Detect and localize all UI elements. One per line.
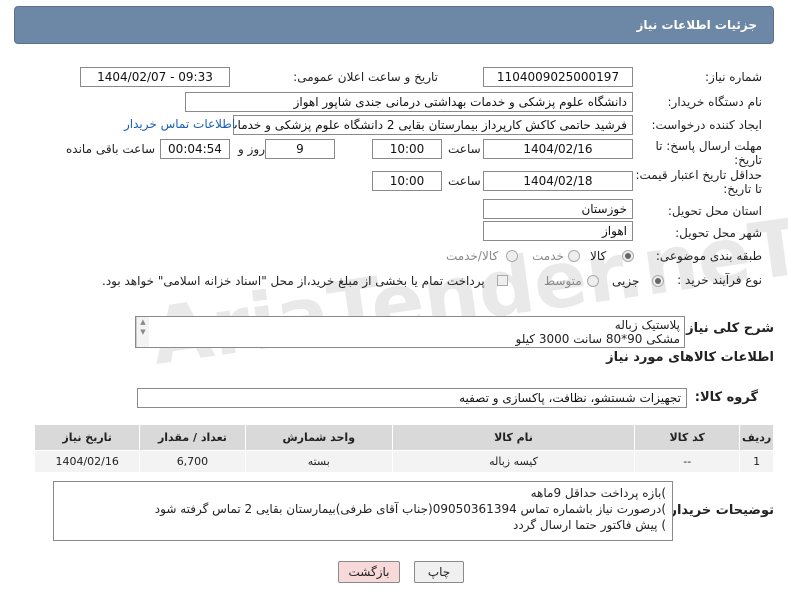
days-label: روز و bbox=[238, 142, 265, 156]
process-label: نوع فرآیند خرید : bbox=[677, 273, 762, 287]
summary-label: شرح کلی نیاز: bbox=[680, 321, 774, 336]
cell-item-name: کیسه زباله bbox=[391, 450, 636, 473]
category-service-radio[interactable] bbox=[568, 250, 580, 262]
province-field: خوزستان bbox=[483, 199, 633, 219]
days-field: 9 bbox=[265, 139, 335, 159]
col-unit: واحد شمارش bbox=[244, 424, 393, 451]
cell-unit: بسته bbox=[244, 450, 393, 473]
price-validity-label-1: حداقل تاریخ اعتبار قیمت: bbox=[635, 168, 762, 182]
goods-table: ردیف کد کالا نام کالا واحد شمارش تعداد /… bbox=[33, 424, 774, 473]
process-minor-radio[interactable] bbox=[652, 275, 664, 287]
process-medium-label: متوسط bbox=[544, 274, 582, 288]
col-item-name: نام کالا bbox=[391, 424, 636, 451]
buyer-notes-box: )بازه پرداخت حداقل 9ماهه )درصورت نیاز با… bbox=[53, 481, 673, 541]
city-label: شهر محل تحویل: bbox=[675, 226, 762, 240]
category-goods-label: کالا bbox=[590, 249, 607, 263]
province-label: استان محل تحویل: bbox=[667, 204, 762, 218]
price-date-field: 1404/02/18 bbox=[483, 171, 633, 191]
category-label: طبقه بندی موضوعی: bbox=[655, 249, 762, 263]
print-button[interactable]: چاپ bbox=[414, 561, 464, 583]
treasury-payment-checkbox[interactable] bbox=[497, 275, 508, 286]
summary-scrollbar[interactable]: ▲ ▼ bbox=[136, 317, 149, 347]
remaining-label: ساعت باقی مانده bbox=[66, 142, 156, 156]
category-goods-radio[interactable] bbox=[622, 250, 634, 262]
page-title: جزئیات اطلاعات نیاز bbox=[636, 18, 757, 32]
buyer-org-label: نام دستگاه خریدار: bbox=[667, 95, 763, 109]
cell-quantity: 6,700 bbox=[139, 450, 246, 473]
deadline-date-field: 1404/02/16 bbox=[483, 139, 633, 159]
goods-section-title: اطلاعات کالاهای مورد نیاز bbox=[606, 350, 774, 365]
cell-need-date: 1404/02/16 bbox=[33, 450, 141, 473]
process-medium-radio[interactable] bbox=[587, 275, 599, 287]
price-validity-label-2: تا تاریخ: bbox=[723, 182, 762, 196]
process-minor-label: جزیی bbox=[612, 274, 640, 288]
buyer-notes-line-1: )بازه پرداخت حداقل 9ماهه bbox=[530, 486, 666, 500]
category-service-label: خدمت bbox=[532, 249, 564, 263]
city-field: اهواز bbox=[483, 221, 633, 241]
col-need-date: تاریخ نیاز bbox=[33, 424, 141, 451]
price-time-field: 10:00 bbox=[372, 171, 442, 191]
buyer-notes-line-2: )درصورت نیاز باشماره تماس 09050361394(جن… bbox=[154, 502, 666, 516]
requester-field: فرشید حاتمی کاکش کارپرداز بیمارستان بقای… bbox=[233, 115, 633, 135]
announce-label: تاریخ و ساعت اعلان عمومی: bbox=[293, 70, 438, 84]
goods-group-label: گروه کالا: bbox=[694, 390, 758, 405]
contact-info-link[interactable]: اطلاعات تماس خریدار bbox=[124, 117, 235, 131]
table-row: 1 -- کیسه زباله بسته 6,700 1404/02/16 bbox=[33, 450, 774, 473]
category-both-label: کالا/خدمت bbox=[446, 249, 499, 263]
deadline-label-1: مهلت ارسال پاسخ: تا bbox=[655, 139, 762, 153]
cell-row-number: 1 bbox=[739, 450, 774, 473]
deadline-label-2: تاریخ: bbox=[734, 153, 762, 167]
back-button[interactable]: بازگشت bbox=[338, 561, 400, 583]
summary-line-2: مشکی 90*80 سانت 3000 کیلو bbox=[515, 332, 680, 346]
cell-item-code: -- bbox=[634, 450, 741, 473]
buyer-org-field: دانشگاه علوم پزشکی و خدمات بهداشتی درمان… bbox=[185, 92, 633, 112]
col-row-number: ردیف bbox=[739, 424, 774, 451]
deadline-time-label: ساعت bbox=[448, 142, 481, 156]
deadline-time-field: 10:00 bbox=[372, 139, 442, 159]
category-both-radio[interactable] bbox=[506, 250, 518, 262]
announce-field: 1404/02/07 - 09:33 bbox=[80, 67, 230, 87]
need-number-field: 1104009025000197 bbox=[483, 67, 633, 87]
summary-line-1: پلاستیک زباله bbox=[614, 318, 680, 332]
buyer-notes-line-3: ) پیش فاکتور حتما ارسال گردد bbox=[513, 518, 666, 532]
summary-textarea[interactable]: پلاستیک زباله مشکی 90*80 سانت 3000 کیلو bbox=[135, 316, 685, 348]
goods-table-header: ردیف کد کالا نام کالا واحد شمارش تعداد /… bbox=[33, 424, 774, 451]
treasury-payment-note: پرداخت تمام یا بخشی از مبلغ خرید،از محل … bbox=[102, 274, 485, 288]
goods-group-field: تجهیزات شستشو، نظافت، پاکسازی و تصفیه bbox=[137, 388, 687, 408]
header-panel: جزئیات اطلاعات نیاز bbox=[14, 6, 774, 44]
buyer-notes-label: توضیحات خریدار: bbox=[664, 503, 774, 518]
remaining-field: 00:04:54 bbox=[160, 139, 230, 159]
price-time-label: ساعت bbox=[448, 174, 481, 188]
col-quantity: تعداد / مقدار bbox=[139, 424, 246, 451]
need-number-label: شماره نیاز: bbox=[705, 70, 762, 84]
col-item-code: کد کالا bbox=[634, 424, 741, 451]
requester-label: ایجاد کننده درخواست: bbox=[651, 118, 762, 132]
